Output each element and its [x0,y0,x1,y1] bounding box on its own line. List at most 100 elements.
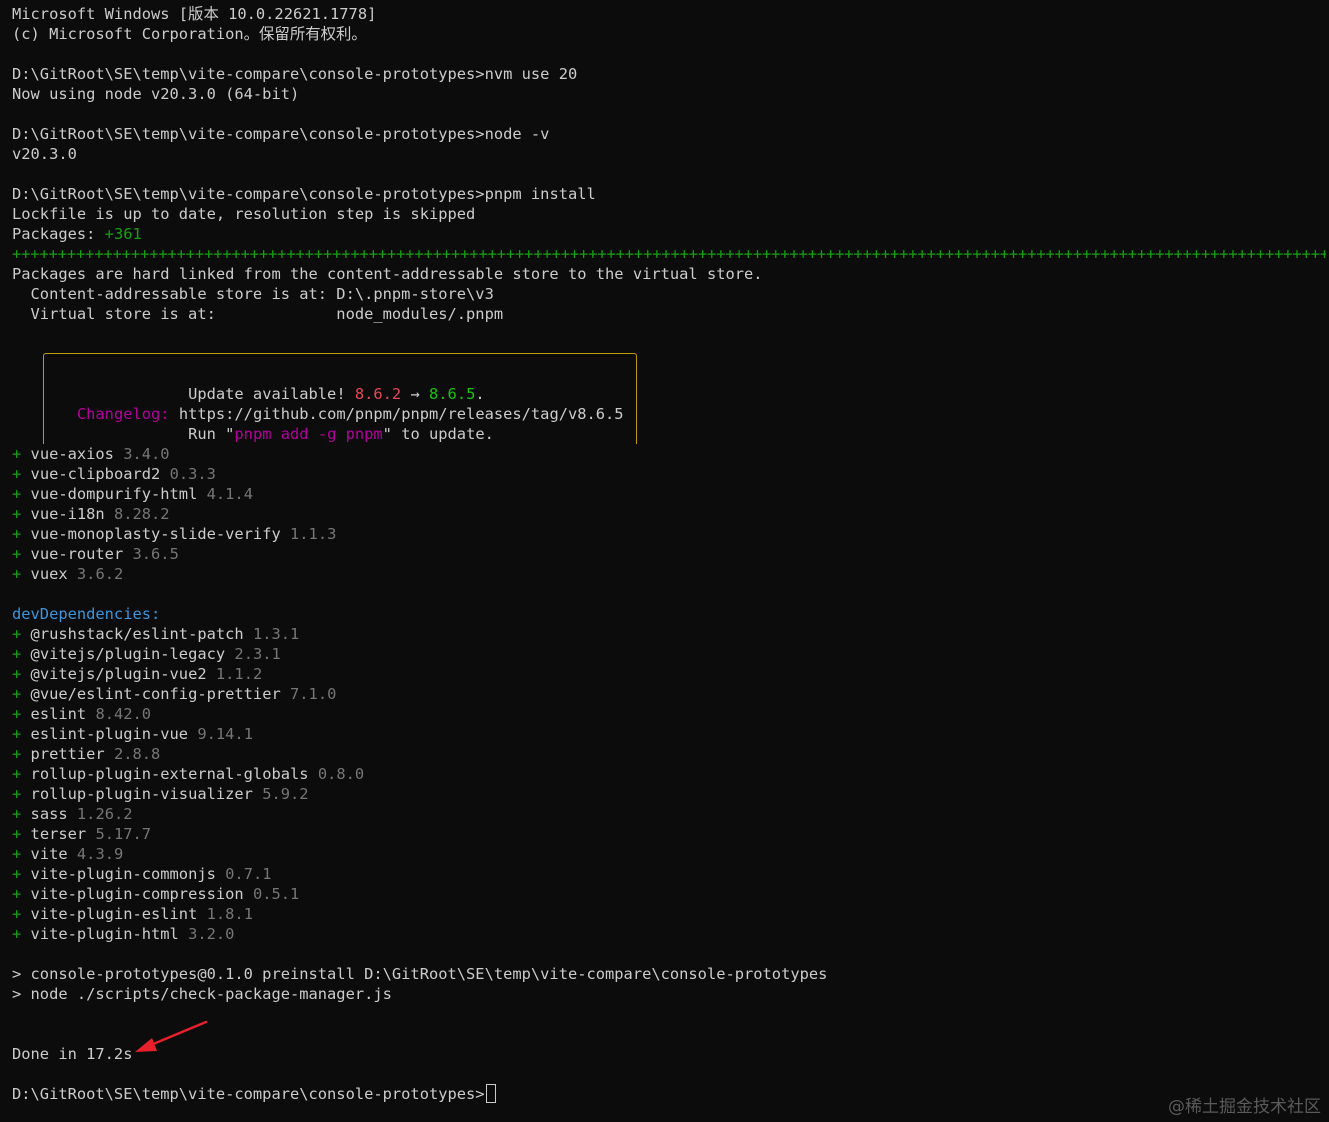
dev-dependency-row: + terser 5.17.7 [12,824,1326,844]
dev-dependency-row: + @vitejs/plugin-legacy 2.3.1 [12,644,1326,664]
package-name: vue-router [30,545,124,563]
package-version: 5.9.2 [262,785,309,803]
package-name: vue-dompurify-html [30,485,198,503]
package-version: 0.3.3 [169,465,216,483]
package-version: 8.42.0 [95,705,152,723]
store-path-line: Content-addressable store is at: D:\.pnp… [12,285,494,303]
package-name: rollup-plugin-visualizer [30,785,253,803]
copyright-line: (c) Microsoft Corporation。保留所有权利。 [12,25,367,43]
added-plus-icon: + [12,745,31,763]
package-version: 1.26.2 [76,805,133,823]
dev-dependency-row: + @vitejs/plugin-vue2 1.1.2 [12,664,1326,684]
package-name: sass [30,805,68,823]
package-name: vue-monoplasty-slide-verify [30,525,281,543]
dependency-list: + vue-axios 3.4.0 + vue-clipboard2 0.3.3 +… [12,444,1326,584]
package-version: 4.1.4 [206,485,253,503]
added-plus-icon: + [12,685,31,703]
dev-dependency-list: + @rushstack/eslint-patch 1.3.1 + @vitejs… [12,624,1326,944]
package-name: @rushstack/eslint-patch [30,625,244,643]
package-version: 4.3.9 [76,845,124,863]
command-text: nvm use 20 [484,65,578,83]
added-plus-icon: + [12,525,31,543]
package-version: 3.6.2 [76,565,124,583]
command-line: D:\GitRoot\SE\temp\vite-compare\console-… [12,184,1326,204]
prompt: D:\GitRoot\SE\temp\vite-compare\console-… [12,185,485,203]
dev-dependency-row: + vite-plugin-eslint 1.8.1 [12,904,1326,924]
prompt: D:\GitRoot\SE\temp\vite-compare\console-… [12,65,485,83]
command-output: Lockfile is up to date, resolution step … [12,205,476,223]
package-name: vue-i18n [30,505,105,523]
package-name: vue-axios [30,445,114,463]
command-output: v20.3.0 [12,145,77,163]
header-line: Microsoft Windows [版本 10.0.22621.1778] [12,5,377,23]
package-version: 1.3.1 [252,625,300,643]
dependency-row: + vue-router 3.6.5 [12,544,1326,564]
package-name: @vitejs/plugin-vue2 [30,665,207,683]
package-name: vite-plugin-html [30,925,179,943]
dev-dependency-row: + @vue/eslint-config-prettier 7.1.0 [12,684,1326,704]
package-name: terser [30,825,87,843]
command-text: node -v [484,125,550,143]
watermark: @稀土掘金技术社区 [1168,1097,1321,1117]
block-cursor-icon [485,1084,496,1103]
command-line: D:\GitRoot\SE\temp\vite-compare\console-… [12,64,1326,84]
package-name: vite-plugin-compression [30,885,244,903]
added-plus-icon: + [12,925,31,943]
added-plus-icon: + [12,785,31,803]
added-plus-icon: + [12,845,31,863]
dev-dependency-row: + vite-plugin-compression 0.5.1 [12,884,1326,904]
terminal-output: Microsoft Windows [版本 10.0.22621.1778] (… [12,4,1326,1104]
dependency-row: + vue-dompurify-html 4.1.4 [12,484,1326,504]
progress-separator: ++++++++++++++++++++++++++++++++++++++++… [12,245,1326,263]
script-line: > console-prototypes@0.1.0 preinstall D:… [12,965,828,983]
added-plus-icon: + [12,505,31,523]
prompt: D:\GitRoot\SE\temp\vite-compare\console-… [12,125,485,143]
dependency-row: + vuex 3.6.2 [12,564,1326,584]
dev-dependency-row: + vite-plugin-commonjs 0.7.1 [12,864,1326,884]
dev-dependency-row: + eslint 8.42.0 [12,704,1326,724]
added-plus-icon: + [12,825,31,843]
package-name: @vue/eslint-config-prettier [30,685,281,703]
package-name: eslint-plugin-vue [30,725,189,743]
dev-dependency-row: + @rushstack/eslint-patch 1.3.1 [12,624,1326,644]
red-arrow-icon [135,1020,208,1052]
added-plus-icon: + [12,765,31,783]
package-name: vite-plugin-commonjs [30,865,216,883]
added-plus-icon: + [12,705,31,723]
dev-dependencies-heading: devDependencies: [12,605,161,623]
package-version: 3.4.0 [123,445,170,463]
added-plus-icon: + [12,565,31,583]
dev-dependency-row: + prettier 2.8.8 [12,744,1326,764]
added-plus-icon: + [12,725,31,743]
packages-count: +361 [104,225,142,243]
package-version: 9.14.1 [197,725,253,743]
added-plus-icon: + [12,665,31,683]
added-plus-icon: + [12,805,31,823]
package-name: eslint [30,705,87,723]
dev-dependency-row: + vite-plugin-html 3.2.0 [12,924,1326,944]
added-plus-icon: + [12,545,31,563]
added-plus-icon: + [12,485,31,503]
added-plus-icon: + [12,865,31,883]
prompt: D:\GitRoot\SE\temp\vite-compare\console-… [12,1085,485,1103]
command-text: pnpm install [484,185,596,203]
package-version: 0.7.1 [225,865,272,883]
added-plus-icon: + [12,885,31,903]
dev-dependency-row: + rollup-plugin-visualizer 5.9.2 [12,784,1326,804]
package-version: 3.6.5 [132,545,179,563]
package-version: 8.28.2 [113,505,170,523]
final-prompt-line[interactable]: D:\GitRoot\SE\temp\vite-compare\console-… [12,1084,1326,1104]
package-name: prettier [30,745,105,763]
package-version: 2.8.8 [113,745,161,763]
package-version: 3.2.0 [188,925,235,943]
package-version: 2.3.1 [234,645,281,663]
package-version: 0.8.0 [317,765,365,783]
dev-dependency-row: + vite 4.3.9 [12,844,1326,864]
package-name: rollup-plugin-external-globals [30,765,309,783]
script-line: > node ./scripts/check-package-manager.j… [12,985,392,1003]
package-name: vite [30,845,68,863]
added-plus-icon: + [12,625,31,643]
dev-dependency-row: + rollup-plugin-external-globals 0.8.0 [12,764,1326,784]
command-output: Now using node v20.3.0 (64-bit) [12,85,300,103]
package-version: 0.5.1 [252,885,300,903]
